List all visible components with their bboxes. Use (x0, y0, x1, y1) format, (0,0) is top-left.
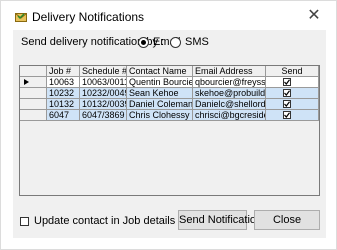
email-cell[interactable]: qbourcier@freyssinet (193, 77, 266, 88)
close-button[interactable]: Close (254, 210, 320, 230)
update-contact-checkbox[interactable] (20, 217, 29, 226)
mail-envelope-icon (15, 13, 27, 22)
send-checkbox[interactable] (283, 89, 291, 97)
window-title: Delivery Notifications (32, 10, 145, 24)
email-radio[interactable] (138, 37, 149, 48)
job-cell[interactable]: 10132 (47, 99, 80, 110)
table-row[interactable]: 10232 10232/0049 Sean Kehoe skehoe@probu… (20, 88, 319, 99)
table-row[interactable]: 10132 10132/0039 Daniel Coleman Danielc@… (20, 99, 319, 110)
schedule-cell[interactable]: 10132/0039 (80, 99, 127, 110)
sms-radio-label[interactable]: SMS (185, 36, 209, 48)
send-cell[interactable] (266, 99, 319, 110)
contact-cell[interactable]: Quentin Bourcier (127, 77, 193, 88)
job-cell[interactable]: 6047 (47, 110, 80, 121)
contact-cell[interactable]: Daniel Coleman (127, 99, 193, 110)
row-header[interactable] (20, 110, 47, 121)
email-cell[interactable]: skehoe@probuild.co (193, 88, 266, 99)
schedule-cell[interactable]: 6047/3869 (80, 110, 127, 121)
column-header-job[interactable]: Job # (47, 66, 80, 77)
checkmark-icon (284, 101, 290, 107)
job-cell[interactable]: 10232 (47, 88, 80, 99)
column-header-schedule[interactable]: Schedule # (80, 66, 127, 77)
email-cell[interactable]: chrisci@bgcresidenti (193, 110, 266, 121)
notifications-grid: Job # Schedule # Contact Name Email Addr… (19, 65, 320, 196)
grid-header-row: Job # Schedule # Contact Name Email Addr… (20, 66, 319, 77)
send-cell[interactable] (266, 77, 319, 88)
table-row[interactable]: 10063 10063/0011 Quentin Bourcier qbourc… (20, 77, 319, 88)
row-header[interactable] (20, 77, 47, 88)
update-contact-label[interactable]: Update contact in Job details (34, 215, 175, 227)
job-cell[interactable]: 10063 (47, 77, 80, 88)
row-header[interactable] (20, 99, 47, 110)
close-window-icon[interactable]: ✕ (306, 8, 322, 24)
send-cell[interactable] (266, 110, 319, 121)
send-cell[interactable] (266, 88, 319, 99)
checkmark-icon (284, 112, 290, 118)
send-checkbox[interactable] (283, 100, 291, 108)
send-notifications-button[interactable]: Send Notifications (178, 210, 268, 230)
contact-cell[interactable]: Chris Clohessy (127, 110, 193, 121)
row-header[interactable] (20, 88, 47, 99)
contact-cell[interactable]: Sean Kehoe (127, 88, 193, 99)
email-cell[interactable]: Danielc@shellord.cc (193, 99, 266, 110)
send-checkbox[interactable] (283, 111, 291, 119)
checkmark-icon (284, 79, 290, 85)
send-checkbox[interactable] (283, 78, 291, 86)
column-header-email[interactable]: Email Address (193, 66, 266, 77)
current-row-arrow-icon (24, 79, 29, 85)
sms-radio[interactable] (170, 37, 181, 48)
column-header-send[interactable]: Send (266, 66, 319, 77)
title-bar[interactable]: Delivery Notifications ✕ (0, 0, 337, 30)
column-header-contact[interactable]: Contact Name (127, 66, 193, 77)
table-row[interactable]: 6047 6047/3869 Chris Clohessy chrisci@bg… (20, 110, 319, 121)
row-header-corner (20, 66, 47, 77)
schedule-cell[interactable]: 10232/0049 (80, 88, 127, 99)
schedule-cell[interactable]: 10063/0011 (80, 77, 127, 88)
delivery-notifications-dialog: Delivery Notifications ✕ Send delivery n… (0, 0, 337, 250)
dialog-body: Send delivery notification by : Email SM… (13, 30, 326, 238)
checkmark-icon (284, 90, 290, 96)
